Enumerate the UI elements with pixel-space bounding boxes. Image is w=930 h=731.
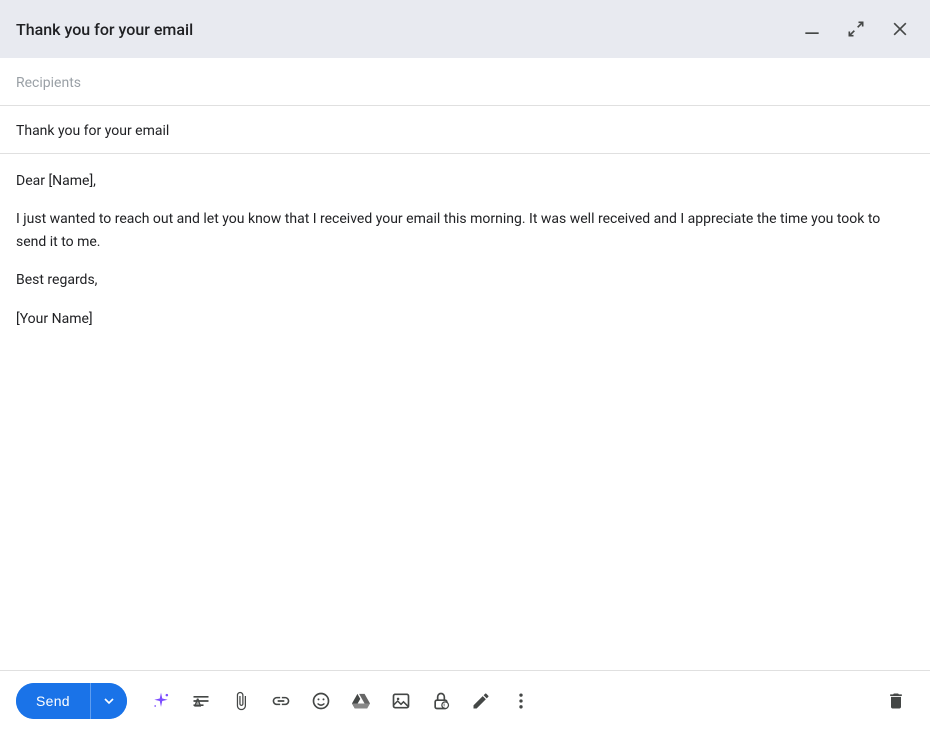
insert-image-button[interactable]	[383, 683, 419, 719]
svg-text:!: !	[443, 704, 445, 710]
attach-button[interactable]	[223, 683, 259, 719]
close-button[interactable]	[886, 15, 914, 43]
recipients-row[interactable]: Recipients	[0, 58, 930, 106]
email-body[interactable]: Dear [Name], I just wanted to reach out …	[0, 154, 930, 670]
insert-link-button[interactable]	[263, 683, 299, 719]
sparkle-icon	[151, 690, 171, 712]
minimize-icon	[802, 19, 822, 39]
close-icon	[890, 19, 910, 39]
emoji-icon	[311, 691, 331, 711]
title-controls	[798, 15, 914, 43]
send-button-group: Send	[16, 683, 127, 719]
format-text-button[interactable]: A	[183, 683, 219, 719]
send-dropdown-button[interactable]	[90, 683, 127, 719]
expand-icon	[846, 19, 866, 39]
insert-emoji-button[interactable]	[303, 683, 339, 719]
compose-toolbar: Send A	[0, 670, 930, 731]
drive-icon	[351, 691, 371, 711]
subject-field: Thank you for your email	[16, 123, 169, 139]
compose-window: Thank you for your email	[0, 0, 930, 731]
format-text-icon: A	[191, 691, 211, 711]
insert-drive-button[interactable]	[343, 683, 379, 719]
email-closing: Best regards,	[16, 269, 914, 291]
minimize-button[interactable]	[798, 15, 826, 43]
attach-icon	[231, 691, 251, 711]
ai-assist-button[interactable]	[143, 683, 179, 719]
trash-icon	[886, 691, 906, 711]
lock-icon: !	[431, 690, 451, 712]
email-greeting: Dear [Name],	[16, 170, 914, 192]
image-icon	[391, 691, 411, 711]
delete-draft-button[interactable]	[878, 683, 914, 719]
email-signature: [Your Name]	[16, 308, 914, 330]
confidential-button[interactable]: !	[423, 683, 459, 719]
compose-title: Thank you for your email	[16, 20, 193, 39]
expand-button[interactable]	[842, 15, 870, 43]
email-paragraph1: I just wanted to reach out and let you k…	[16, 208, 914, 253]
more-options-button[interactable]	[503, 683, 539, 719]
signature-icon	[471, 691, 491, 711]
recipients-placeholder: Recipients	[16, 75, 81, 91]
chevron-down-icon	[101, 693, 117, 709]
link-icon	[271, 691, 291, 711]
subject-row[interactable]: Thank you for your email	[0, 106, 930, 154]
more-vert-icon	[511, 691, 531, 711]
signature-button[interactable]	[463, 683, 499, 719]
send-button[interactable]: Send	[16, 683, 90, 719]
title-bar: Thank you for your email	[0, 0, 930, 58]
